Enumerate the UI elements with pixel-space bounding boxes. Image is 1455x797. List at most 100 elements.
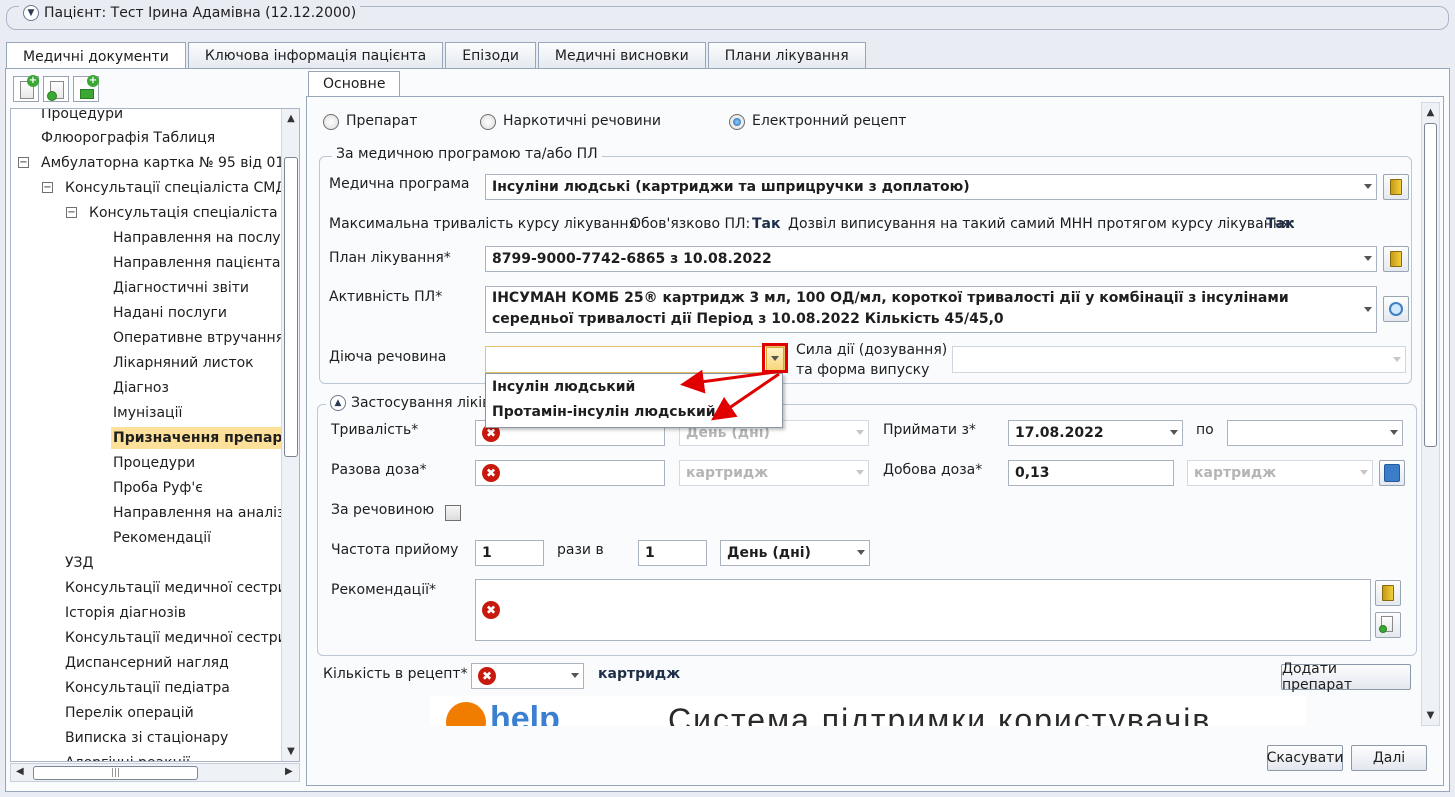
scroll-right-icon[interactable]: ▶ bbox=[285, 766, 293, 777]
chevron-down-icon[interactable] bbox=[857, 550, 865, 555]
tab-medical-conclusions[interactable]: Медичні висновки bbox=[537, 42, 706, 69]
chevron-down-icon[interactable] bbox=[1390, 430, 1398, 435]
substance-option[interactable]: Інсулін людський bbox=[492, 379, 635, 395]
usage-group-title: ▲ Застосування ліків bbox=[326, 395, 495, 411]
tree-item[interactable]: Виписка зі стаціонару bbox=[65, 727, 228, 749]
scroll-up-icon[interactable]: ▲ bbox=[282, 113, 299, 124]
tree-item[interactable]: Лікарняний листок bbox=[113, 352, 254, 374]
tree-item[interactable]: Консультація спеціаліста СМ bbox=[89, 202, 281, 224]
document-tree[interactable]: Процедури Флюорографія Таблиця − Амбулат… bbox=[10, 108, 300, 762]
tree-item-selected[interactable]: Призначення препарат bbox=[111, 427, 281, 449]
add-drug-button[interactable]: Додати препарат bbox=[1281, 661, 1411, 693]
times-in-label: рази в bbox=[557, 542, 604, 558]
activity-search-button[interactable] bbox=[1383, 296, 1409, 322]
tree-item[interactable]: Процедури bbox=[41, 109, 123, 125]
collapse-icon[interactable]: − bbox=[18, 157, 29, 168]
chevron-down-icon[interactable] bbox=[571, 673, 579, 678]
daily-dose-input[interactable]: 0,13 bbox=[1008, 460, 1174, 486]
add-record-button[interactable]: + bbox=[73, 75, 99, 102]
tree-item[interactable]: Проба Руф'є bbox=[113, 477, 203, 499]
strength-select[interactable] bbox=[952, 346, 1406, 373]
chevron-down-icon[interactable] bbox=[1364, 184, 1372, 189]
cancel-button[interactable]: Скасувати bbox=[1267, 745, 1343, 771]
tab-main[interactable]: Основне bbox=[308, 71, 401, 96]
tree-item[interactable]: Консультації медичної сестри П bbox=[65, 627, 281, 649]
chevron-down-icon[interactable] bbox=[856, 430, 864, 435]
collapse-patient-icon[interactable]: ▼ bbox=[23, 5, 39, 21]
tree-item[interactable]: УЗД bbox=[65, 552, 93, 574]
take-from-date[interactable]: 17.08.2022 bbox=[1008, 420, 1183, 446]
tree-item[interactable]: Направлення на послуги bbox=[113, 227, 281, 249]
substance-option[interactable]: Протамін-інсулін людський bbox=[492, 404, 716, 420]
calculator-button[interactable] bbox=[1379, 460, 1405, 486]
tree-item[interactable]: Флюорографія Таблиця bbox=[41, 127, 215, 149]
tree-item[interactable]: Надані послуги bbox=[113, 302, 227, 324]
tab-medical-documents[interactable]: Медичні документи bbox=[6, 42, 186, 70]
copy-document-button[interactable] bbox=[43, 76, 69, 102]
radio-narcotics[interactable] bbox=[480, 114, 496, 130]
scroll-down-icon[interactable]: ▼ bbox=[1422, 710, 1439, 721]
tree-item[interactable]: Оперативне втручання bbox=[113, 327, 284, 349]
period-input[interactable]: 1 bbox=[638, 540, 707, 566]
collapse-icon[interactable]: − bbox=[42, 182, 53, 193]
scroll-left-icon[interactable]: ◀ bbox=[16, 766, 24, 777]
by-substance-checkbox[interactable] bbox=[445, 505, 461, 521]
collapse-usage-icon[interactable]: ▲ bbox=[330, 395, 346, 411]
tree-item[interactable]: Диспансерний нагляд bbox=[65, 652, 229, 674]
radio-drug[interactable] bbox=[323, 114, 339, 130]
new-document-button[interactable]: + bbox=[13, 75, 39, 102]
tree-item[interactable]: Амбулаторна картка № 95 від 01.0 bbox=[41, 152, 281, 174]
tree-item[interactable]: Консультації педіатра bbox=[65, 677, 230, 699]
collapse-icon[interactable]: − bbox=[66, 207, 77, 218]
chevron-down-icon[interactable] bbox=[856, 470, 864, 475]
tree-item[interactable]: Імунізації bbox=[113, 402, 182, 424]
radio-e-prescription[interactable] bbox=[729, 114, 745, 130]
substance-select[interactable] bbox=[485, 346, 785, 373]
single-dose-input[interactable]: ✖ bbox=[475, 460, 665, 486]
quantity-select[interactable]: ✖ bbox=[471, 663, 584, 689]
period-unit-select[interactable]: День (дні) bbox=[720, 540, 870, 566]
tree-item[interactable]: Процедури bbox=[113, 452, 195, 474]
tree-item[interactable]: Перелік операцій bbox=[65, 702, 194, 724]
medical-program-select[interactable]: Інсуліни людські (картриджи та шприцручк… bbox=[485, 174, 1377, 200]
tree-item[interactable]: Направлення пацієнта(Т bbox=[113, 252, 281, 274]
program-reference-button[interactable] bbox=[1383, 174, 1409, 200]
take-to-date[interactable] bbox=[1227, 420, 1403, 446]
chevron-down-icon[interactable] bbox=[1393, 356, 1401, 362]
recommendations-reference-button[interactable] bbox=[1375, 580, 1401, 606]
chevron-down-icon[interactable] bbox=[1360, 470, 1368, 475]
tree-horizontal-scrollbar[interactable]: ◀ ||| ▶ bbox=[10, 763, 300, 782]
single-dose-unit-select[interactable]: картридж bbox=[679, 460, 869, 486]
frequency-input[interactable]: 1 bbox=[475, 540, 544, 566]
plan-activity-select[interactable]: ІНСУМАН КОМБ 25® картридж 3 мл, 100 ОД/м… bbox=[485, 286, 1377, 333]
form-vertical-scrollbar[interactable]: ▲ ▼ bbox=[1421, 102, 1440, 726]
tree-item[interactable]: Рекомендації bbox=[113, 527, 211, 549]
tab-key-info[interactable]: Ключова інформація пацієнта bbox=[187, 42, 444, 69]
scroll-thumb[interactable] bbox=[284, 157, 298, 457]
recommendations-textarea[interactable]: ✖ bbox=[475, 579, 1371, 641]
treatment-plan-select[interactable]: 8799-9000-7742-6865 з 10.08.2022 bbox=[485, 246, 1377, 272]
tree-item[interactable]: Направлення на аналізи bbox=[113, 502, 281, 524]
tab-treatment-plans[interactable]: Плани лікування bbox=[707, 42, 866, 69]
chevron-down-icon[interactable] bbox=[1364, 306, 1372, 312]
recommendations-template-button[interactable] bbox=[1375, 612, 1401, 638]
scroll-up-icon[interactable]: ▲ bbox=[1422, 107, 1439, 118]
tree-item[interactable]: Консультації медичної сестри С bbox=[65, 577, 281, 599]
scroll-thumb[interactable] bbox=[1424, 123, 1437, 447]
tree-item[interactable]: Діагностичні звіти bbox=[113, 277, 249, 299]
plan-reference-button[interactable] bbox=[1383, 246, 1409, 272]
chevron-down-icon[interactable] bbox=[1364, 256, 1372, 261]
tree-vertical-scrollbar[interactable]: ▲ ▼ bbox=[281, 109, 299, 761]
ehelp-banner[interactable]: help Система підтримки користувачів bbox=[430, 696, 1306, 726]
tree-item[interactable]: Консультації спеціаліста СМД bbox=[65, 177, 286, 199]
scroll-thumb[interactable]: ||| bbox=[33, 766, 198, 780]
tab-episodes[interactable]: Епізоди bbox=[445, 42, 536, 69]
scroll-down-icon[interactable]: ▼ bbox=[282, 746, 299, 757]
max-duration-label: Максимальна тривалість курсу лікування bbox=[329, 216, 637, 232]
chevron-down-icon[interactable] bbox=[1170, 430, 1178, 435]
tree-item[interactable]: Алергічні реакції bbox=[65, 752, 190, 761]
tree-item[interactable]: Історія діагнозів bbox=[65, 602, 186, 624]
daily-dose-unit-select[interactable]: картридж bbox=[1187, 460, 1373, 486]
next-button[interactable]: Далі bbox=[1351, 745, 1427, 771]
tree-item[interactable]: Діагноз bbox=[113, 377, 169, 399]
